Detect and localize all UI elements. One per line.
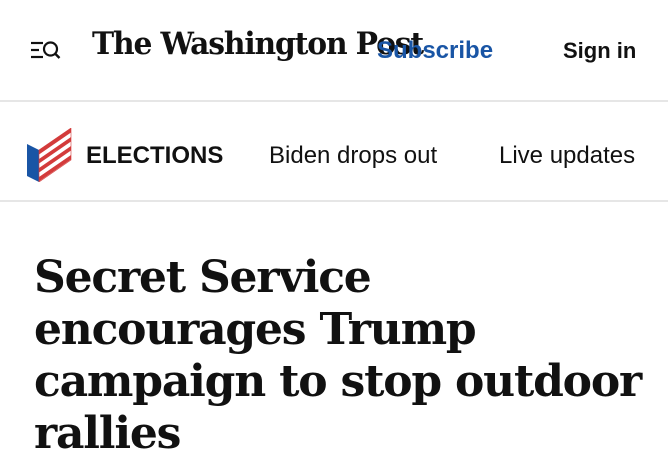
sign-in-button[interactable]: Sign in — [563, 38, 636, 64]
section-label-elections[interactable]: ELECTIONS — [86, 142, 223, 170]
article-headline: Secret Service encourages Trump campaign… — [34, 252, 642, 459]
subscribe-button[interactable]: Subscribe — [377, 37, 493, 65]
section-nav: ELECTIONS Biden drops out Live updates — [0, 102, 668, 202]
masthead-logo[interactable]: The Washington Post — [92, 26, 424, 62]
nav-link-live-updates[interactable]: Live updates — [499, 142, 635, 170]
site-header: The Washington Post Subscribe Sign in — [0, 0, 668, 102]
menu-search-icon[interactable] — [30, 38, 62, 64]
nav-link-biden-drops-out[interactable]: Biden drops out — [269, 142, 437, 170]
election-flag-icon — [27, 127, 73, 183]
